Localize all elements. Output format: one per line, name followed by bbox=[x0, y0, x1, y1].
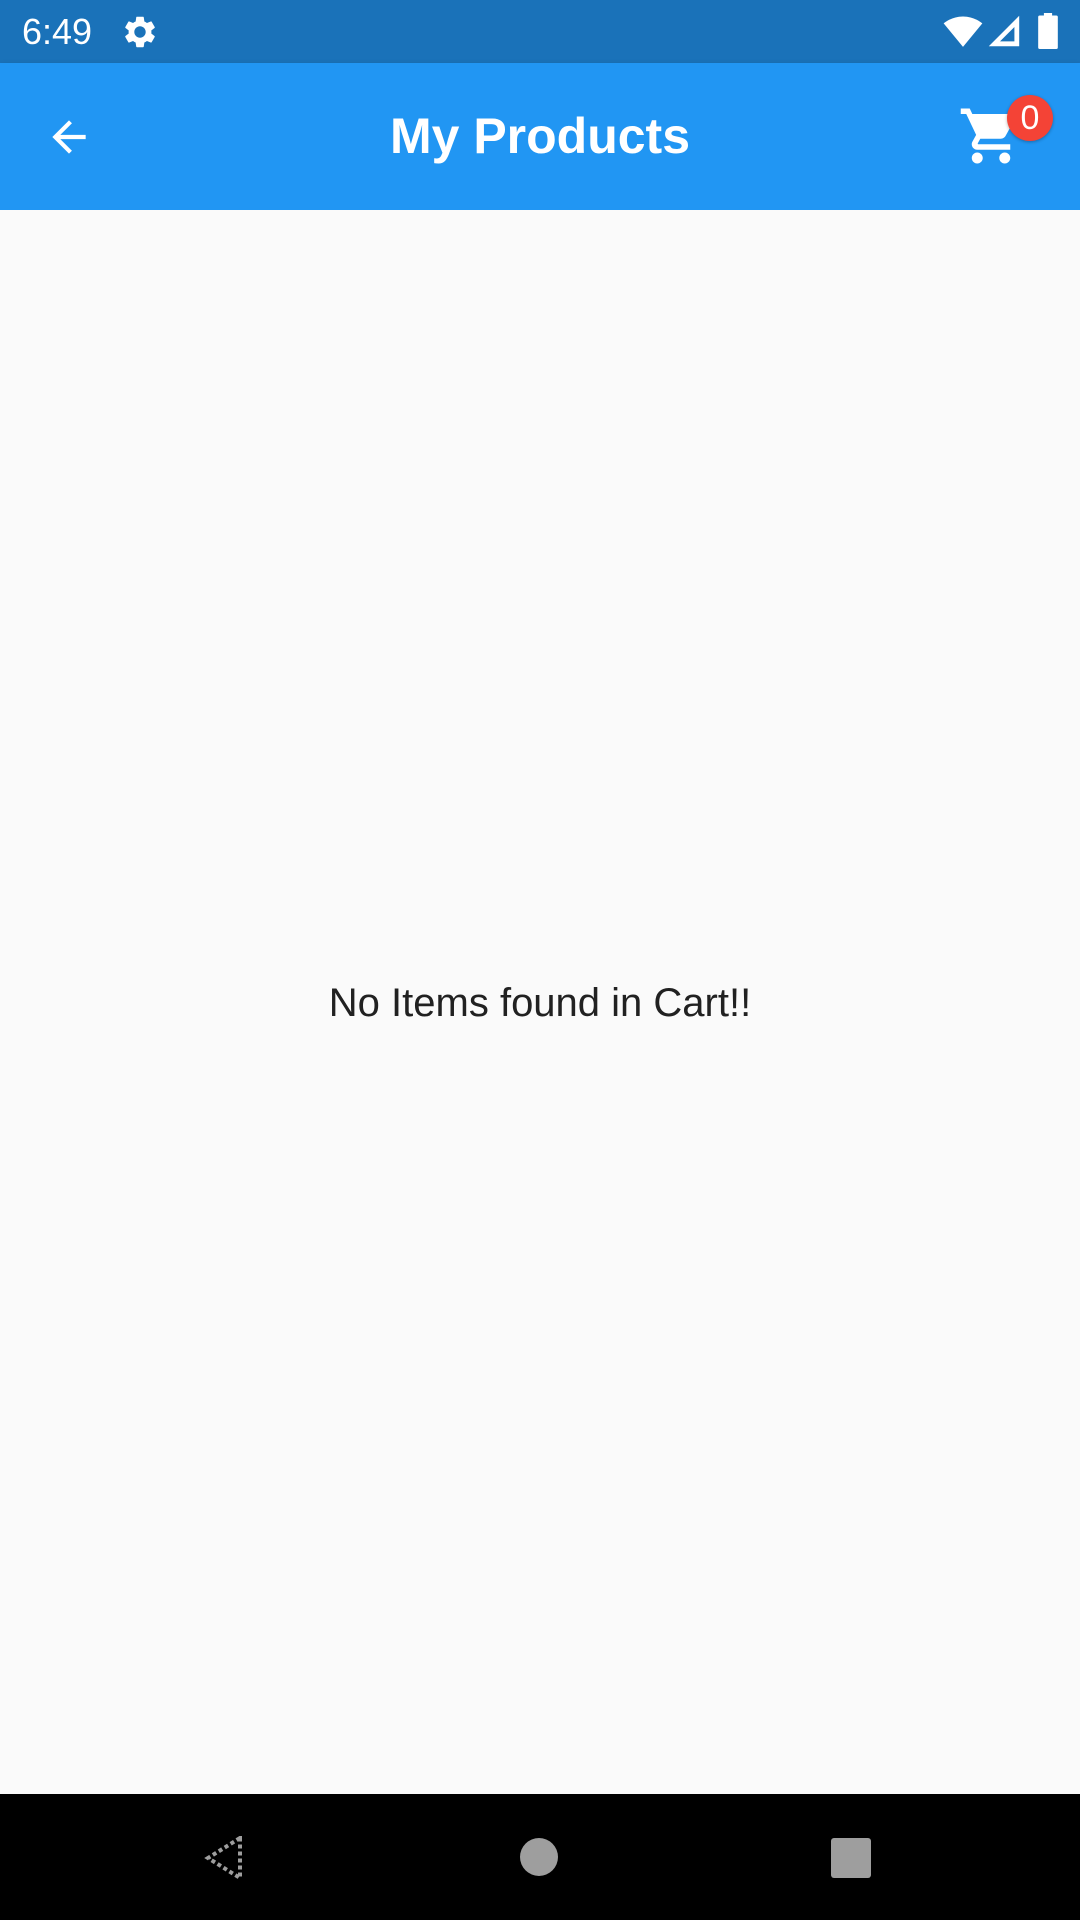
page-title: My Products bbox=[389, 108, 691, 164]
signal-icon bbox=[988, 15, 1020, 47]
cart-count-badge: 0 bbox=[1007, 95, 1053, 141]
cart-content: No Items found in Cart!! bbox=[0, 210, 1080, 1794]
cart-button[interactable]: 0 bbox=[958, 95, 1053, 175]
back-triangle-icon[interactable] bbox=[203, 1836, 245, 1880]
arrow-back-icon bbox=[52, 120, 86, 154]
empty-cart-message: No Items found in Cart!! bbox=[328, 981, 752, 1025]
screen: 6:49 My Products 0 No Items found in Car… bbox=[0, 0, 1080, 1920]
wifi-icon bbox=[943, 16, 983, 47]
home-circle-icon[interactable] bbox=[520, 1838, 558, 1876]
battery-icon bbox=[1038, 13, 1058, 49]
settings-icon bbox=[125, 16, 155, 48]
status-time: 6:49 bbox=[22, 11, 93, 52]
back-button[interactable] bbox=[34, 102, 104, 172]
navigation-bar bbox=[0, 1794, 1080, 1920]
status-bar: 6:49 bbox=[0, 0, 1080, 63]
app-bar: My Products 0 bbox=[0, 63, 1080, 210]
recents-square-icon[interactable] bbox=[831, 1838, 871, 1878]
